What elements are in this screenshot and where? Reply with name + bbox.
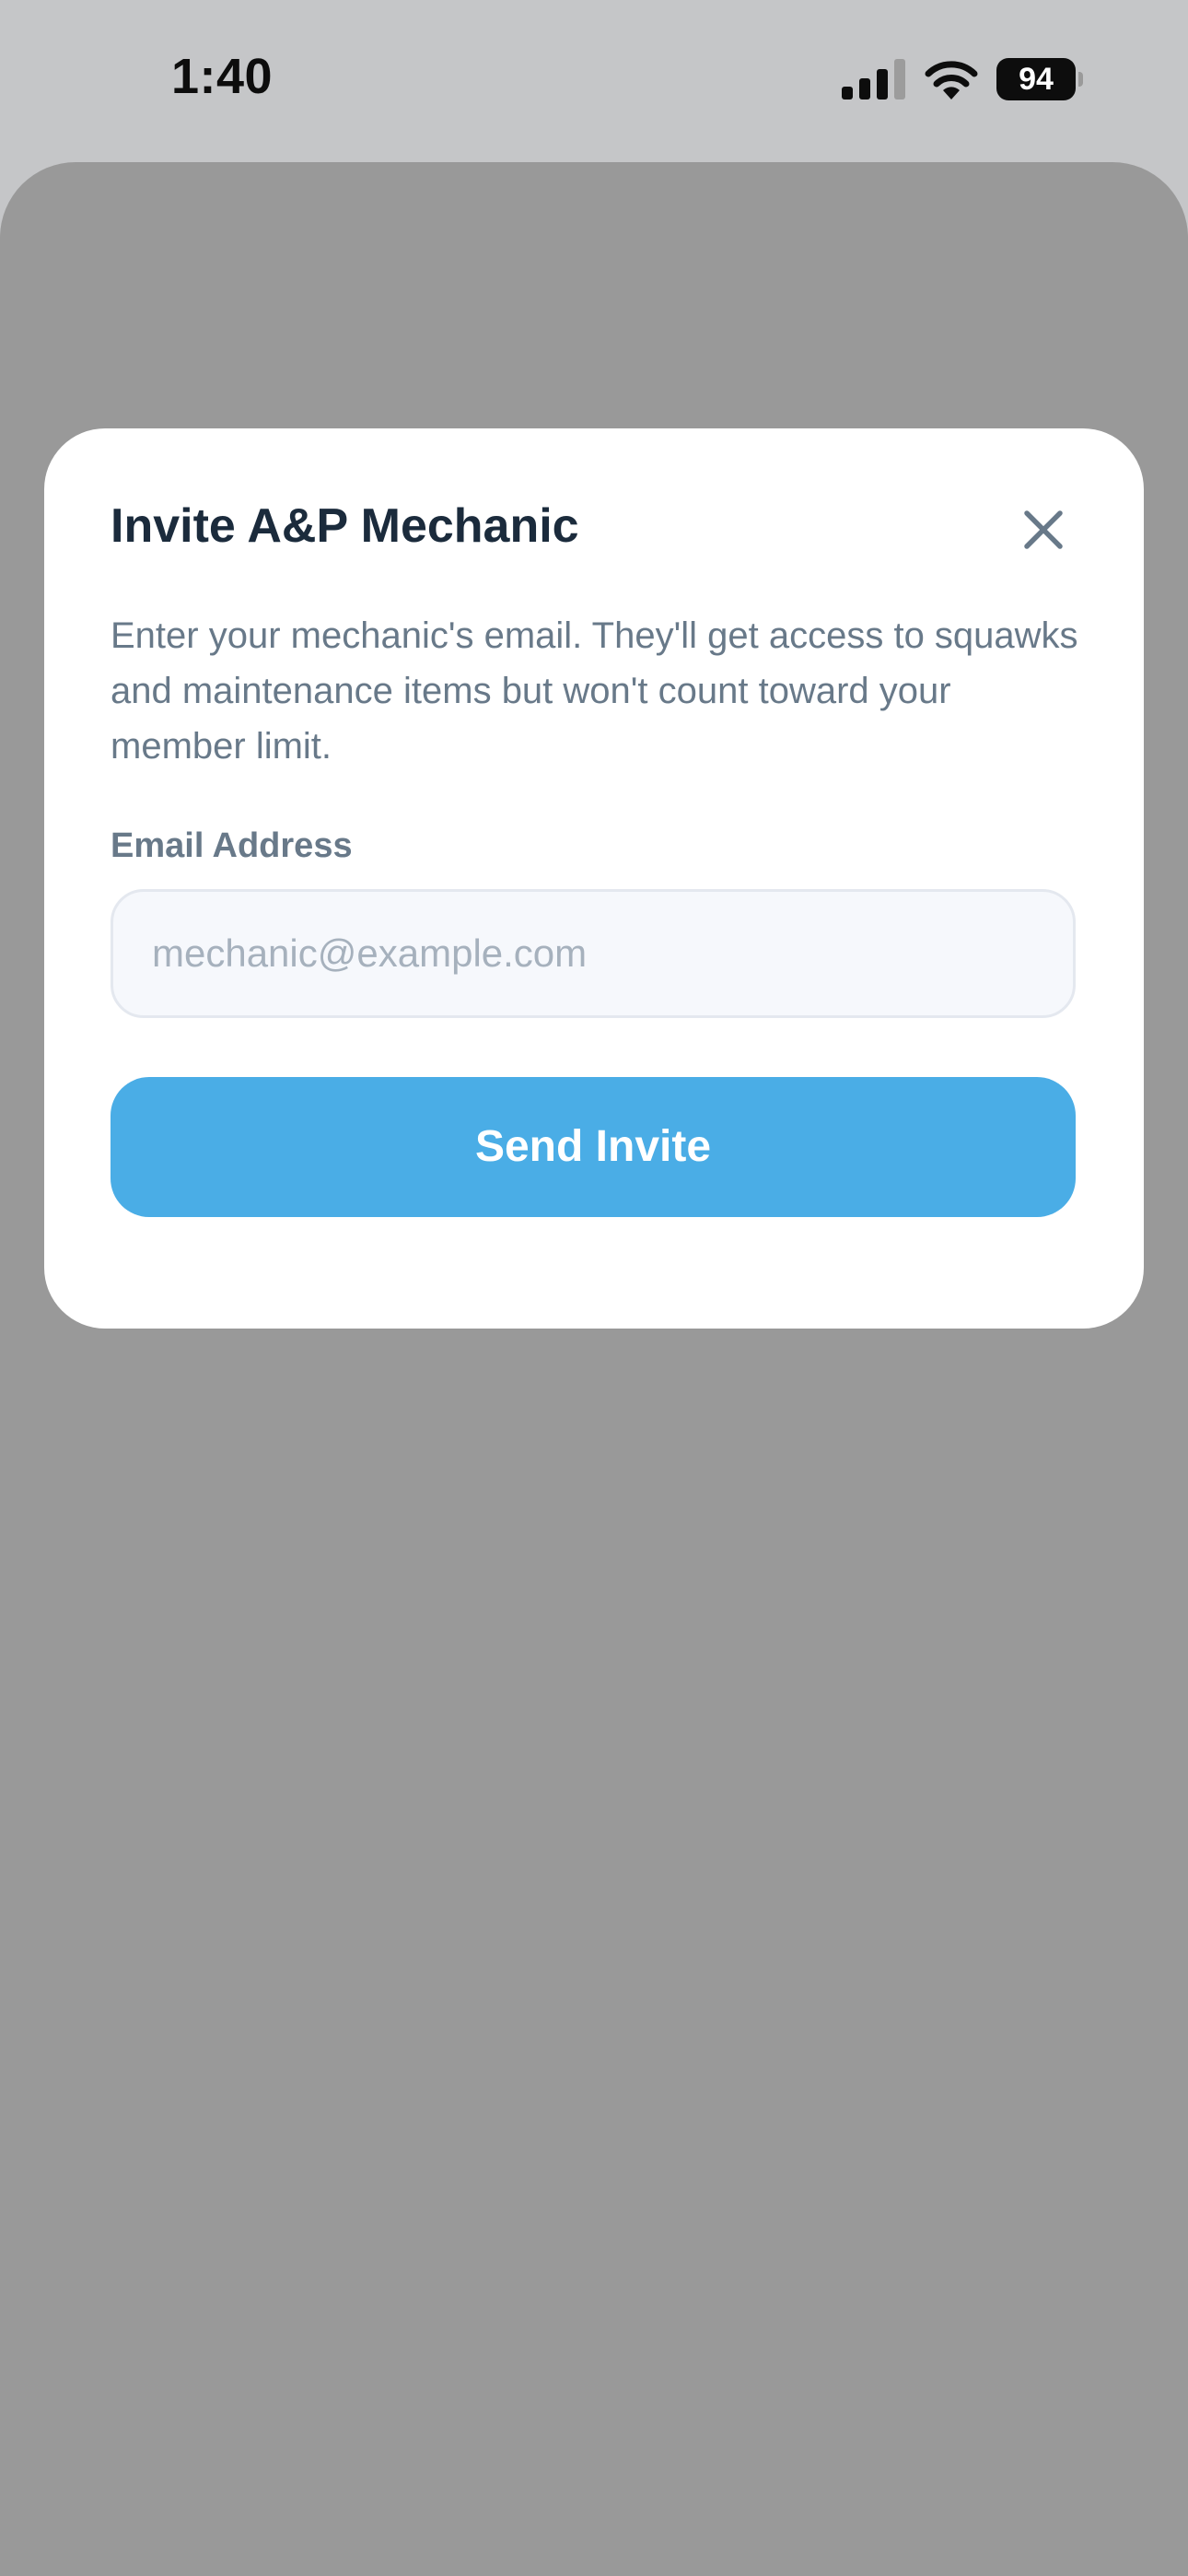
invite-mechanic-modal: Invite A&P Mechanic Enter your mechanic'…	[44, 428, 1144, 1329]
modal-title: Invite A&P Mechanic	[111, 499, 579, 553]
close-icon	[1024, 510, 1063, 549]
battery-level: 94	[996, 58, 1076, 100]
status-bar: 1:40 94	[0, 0, 1188, 161]
battery-cap	[1078, 72, 1083, 87]
modal-description: Enter your mechanic's email. They'll get…	[111, 615, 1078, 767]
cellular-signal-icon	[842, 59, 905, 100]
email-field[interactable]	[111, 889, 1076, 1018]
email-label: Email Address	[111, 826, 353, 865]
status-time: 1:40	[171, 49, 274, 104]
wifi-icon	[925, 61, 978, 100]
close-button[interactable]	[1016, 502, 1071, 557]
send-invite-button[interactable]: Send Invite	[111, 1077, 1076, 1217]
battery-icon: 94	[996, 58, 1083, 100]
